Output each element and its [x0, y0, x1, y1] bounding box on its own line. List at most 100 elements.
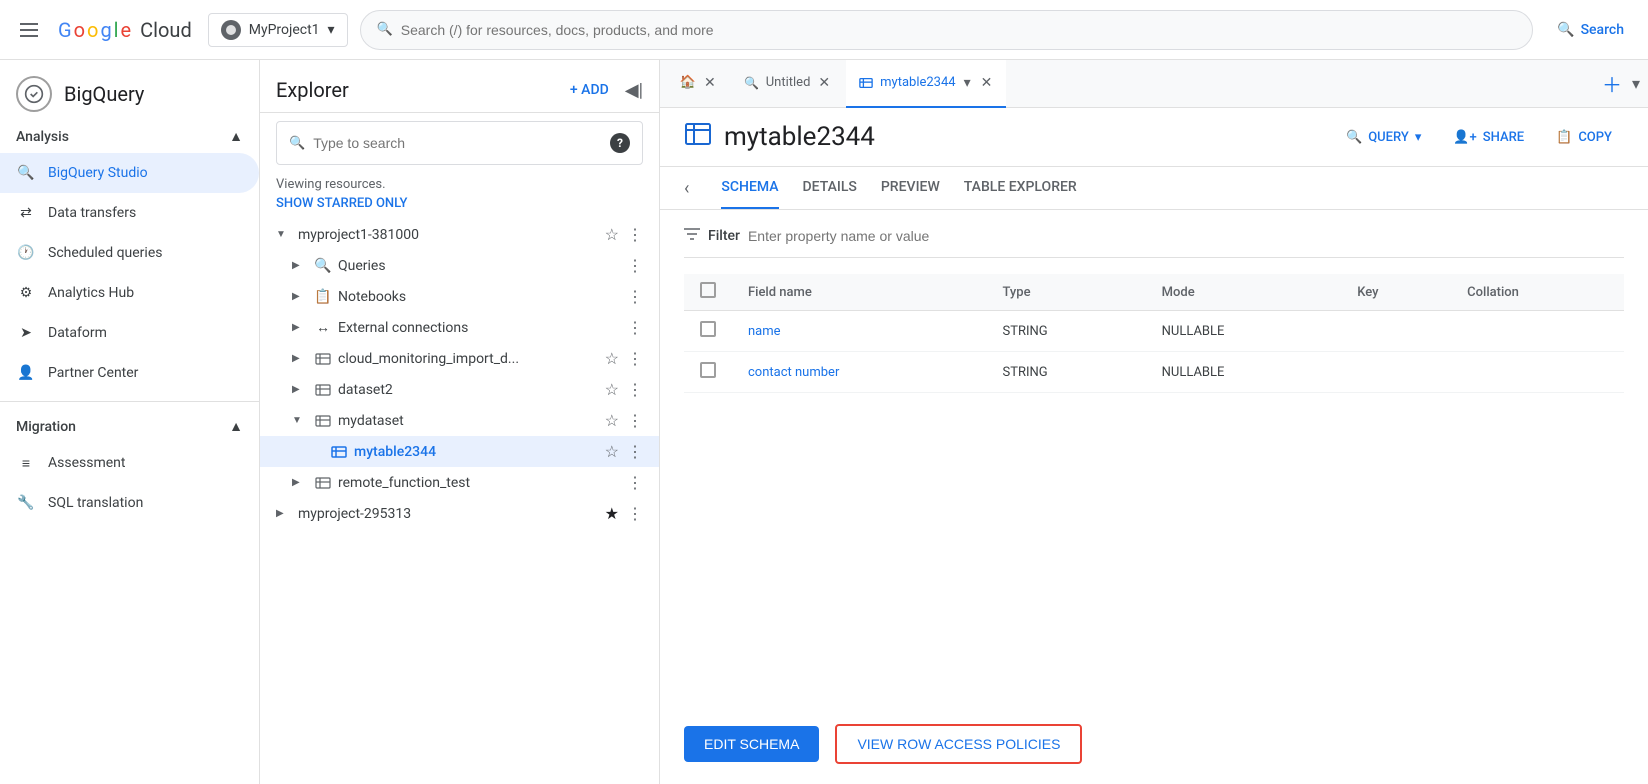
add-tab-button[interactable]: ＋ [1594, 69, 1630, 98]
topbar: Google Cloud MyProject1 ▾ 🔍 🔍 Search [0, 0, 1648, 60]
tab-untitled[interactable]: 🔍 Untitled ✕ [732, 60, 844, 108]
help-icon[interactable]: ? [610, 133, 630, 153]
share-button[interactable]: 👤+ SHARE [1441, 124, 1536, 151]
more-menu-icon-rft[interactable]: ⋮ [627, 473, 643, 492]
sidebar-item-analytics-hub[interactable]: ⚙ Analytics Hub [0, 273, 259, 313]
dataset-icon-cm [314, 350, 332, 368]
tab-mytable2344[interactable]: mytable2344 ▾ ✕ [846, 60, 1006, 108]
explorer-title: Explorer [276, 78, 349, 102]
tree-item-ext-connections[interactable]: ▶ ↔ External connections ⋮ [260, 312, 659, 343]
filter-row: Filter [684, 226, 1624, 258]
hamburger-menu[interactable] [12, 15, 46, 45]
query-button[interactable]: 🔍 QUERY ▾ [1334, 124, 1433, 151]
project-selector[interactable]: MyProject1 ▾ [208, 13, 348, 47]
star-icon-p1[interactable]: ☆ [605, 225, 619, 244]
tree-item-remote-function[interactable]: ▶ remote_function_test ⋮ [260, 467, 659, 498]
sidebar-label-dataform: Dataform [48, 325, 107, 341]
dataset-icon-myd [314, 412, 332, 430]
tab-table-explorer[interactable]: TABLE EXPLORER [964, 167, 1077, 209]
tree-item-dataset2[interactable]: ▶ dataset2 ☆ ⋮ [260, 374, 659, 405]
tab-close-untitled[interactable]: ✕ [816, 73, 832, 93]
chevron-down-icon-p1: ▼ [276, 229, 292, 240]
explorer-search-input[interactable] [313, 135, 602, 151]
star-icon-myd[interactable]: ☆ [605, 411, 619, 430]
tab-more-button[interactable]: ▾ [1632, 74, 1640, 93]
star-icon-cm[interactable]: ☆ [605, 349, 619, 368]
tab-x-mytable2344[interactable]: ✕ [979, 73, 995, 93]
more-menu-icon-mytable[interactable]: ⋮ [627, 442, 643, 461]
tab-close-mytable2344[interactable]: ▾ [962, 73, 973, 93]
field-link-name[interactable]: name [748, 324, 781, 339]
tree-label-myproject1: myproject1-381000 [298, 227, 595, 243]
tree-item-mydataset[interactable]: ▼ mydataset ☆ ⋮ [260, 405, 659, 436]
wrench-icon: 🔧 [16, 493, 36, 513]
view-row-access-button[interactable]: VIEW ROW ACCESS POLICIES [835, 724, 1082, 764]
project-icon [221, 20, 241, 40]
th-checkbox [684, 274, 732, 311]
tree-item-myproject1[interactable]: ▼ myproject1-381000 ☆ ⋮ [260, 219, 659, 250]
migration-section-header[interactable]: Migration ▲ [0, 410, 259, 443]
more-menu-icon-myd[interactable]: ⋮ [627, 411, 643, 430]
td-field-contact: contact number [732, 352, 986, 393]
global-search-input[interactable] [401, 22, 1516, 38]
more-menu-icon-notebooks[interactable]: ⋮ [627, 287, 643, 306]
select-all-checkbox[interactable] [700, 282, 716, 298]
th-collation: Collation [1451, 274, 1624, 311]
table-icon-tab [858, 75, 874, 91]
more-menu-icon-p2[interactable]: ⋮ [627, 504, 643, 523]
search-icon-explorer: 🔍 [289, 136, 305, 151]
more-menu-icon-cm[interactable]: ⋮ [627, 349, 643, 368]
tree-label-remote-function: remote_function_test [338, 475, 619, 491]
tree-item-cloud-monitoring[interactable]: ▶ cloud_monitoring_import_d... ☆ ⋮ [260, 343, 659, 374]
more-menu-icon-p1[interactable]: ⋮ [627, 225, 643, 244]
row-checkbox-contact[interactable] [700, 362, 716, 378]
dataset-icon-ds2 [314, 381, 332, 399]
sidebar-item-sql-translation[interactable]: 🔧 SQL translation [0, 483, 259, 523]
row-checkbox-name[interactable] [700, 321, 716, 337]
star-icon-ds2[interactable]: ☆ [605, 380, 619, 399]
tab-close-home[interactable]: ✕ [702, 73, 718, 93]
tree-item-queries[interactable]: ▶ 🔍 Queries ⋮ [260, 250, 659, 281]
filter-input[interactable] [748, 228, 1624, 244]
show-starred-button[interactable]: SHOW STARRED ONLY [260, 194, 659, 219]
sidebar-item-dataform[interactable]: ➤ Dataform [0, 313, 259, 353]
main-layout: BigQuery Analysis ▲ 🔍 BigQuery Studio ⇄ … [0, 60, 1648, 784]
person-icon: 👤 [16, 363, 36, 383]
chevron-right-icon-p2: ▶ [276, 508, 292, 519]
search-icon-blue: 🔍 [1557, 22, 1574, 38]
tab-home[interactable]: 🏠 ✕ [668, 60, 730, 108]
search-button[interactable]: 🔍 Search [1545, 16, 1636, 44]
tab-details[interactable]: DETAILS [803, 167, 857, 209]
more-menu-icon-ext[interactable]: ⋮ [627, 318, 643, 337]
tab-schema[interactable]: SCHEMA [721, 167, 778, 209]
star-icon-p2[interactable]: ★ [605, 504, 619, 523]
add-button[interactable]: + ADD [562, 76, 617, 104]
tab-preview[interactable]: PREVIEW [881, 167, 940, 209]
tree-item-mytable2344[interactable]: ▶ mytable2344 ☆ ⋮ [260, 436, 659, 467]
analysis-section-header[interactable]: Analysis ▲ [0, 120, 259, 153]
star-icon-mytable[interactable]: ☆ [605, 442, 619, 461]
copy-icon: 📋 [1556, 130, 1572, 145]
chevron-right-icon-ext: ▶ [292, 322, 308, 333]
sidebar-item-partner-center[interactable]: 👤 Partner Center [0, 353, 259, 393]
tree-item-notebooks[interactable]: ▶ 📋 Notebooks ⋮ [260, 281, 659, 312]
collapse-panel-button[interactable]: ◀| [625, 80, 643, 101]
sidebar-item-data-transfers[interactable]: ⇄ Data transfers [0, 193, 259, 233]
explorer-search-wrap[interactable]: 🔍 ? [276, 121, 643, 165]
sidebar-item-bigquery-studio[interactable]: 🔍 BigQuery Studio [0, 153, 259, 193]
header-actions: 🔍 QUERY ▾ 👤+ SHARE 📋 COPY [1334, 124, 1624, 151]
sidebar-item-assessment[interactable]: ≡ Assessment [0, 443, 259, 483]
more-menu-icon-queries[interactable]: ⋮ [627, 256, 643, 275]
copy-button[interactable]: 📋 COPY [1544, 124, 1624, 151]
sidebar-item-scheduled-queries[interactable]: 🕐 Scheduled queries [0, 233, 259, 273]
back-button[interactable]: ‹ [684, 178, 689, 199]
more-menu-icon-ds2[interactable]: ⋮ [627, 380, 643, 399]
tree-label-notebooks: Notebooks [338, 289, 619, 305]
field-link-contact[interactable]: contact number [748, 365, 839, 380]
tree-item-myproject295313[interactable]: ▶ myproject-295313 ★ ⋮ [260, 498, 659, 529]
bigquery-logo [16, 76, 52, 112]
global-search-bar[interactable]: 🔍 [360, 10, 1534, 50]
sidebar-header: BigQuery [0, 60, 259, 120]
table-title: mytable2344 [724, 122, 875, 152]
edit-schema-button[interactable]: EDIT SCHEMA [684, 726, 819, 762]
